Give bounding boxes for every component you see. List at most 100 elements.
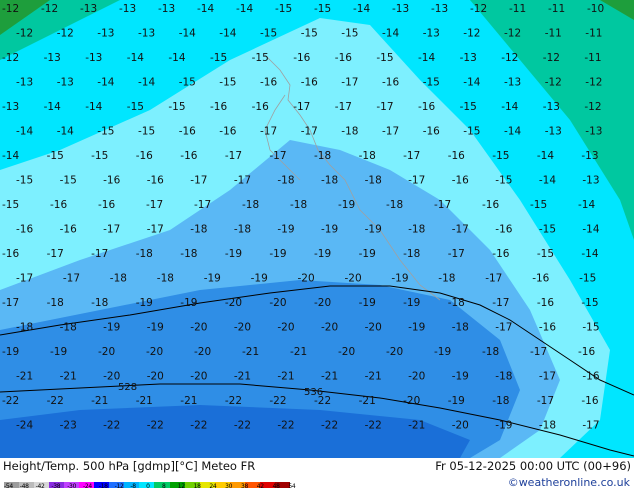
temperature-label: -19 xyxy=(269,248,286,260)
temperature-label: -20 xyxy=(190,371,207,383)
temperature-label: -14 xyxy=(127,52,144,64)
temperature-label: -22 xyxy=(103,420,120,432)
weather-map: 528 536 -12 -12 -13 -13 -13 -14 -14 -15 -15 -14 -1… xyxy=(0,0,634,458)
legend-tick: 0 xyxy=(146,483,150,490)
temperature-label: -22 xyxy=(47,395,64,407)
temperature-label: -12 xyxy=(501,52,518,64)
temperature-label: -16 xyxy=(136,150,153,162)
temperature-label: -18 xyxy=(136,248,153,260)
temperature-label: -17 xyxy=(376,101,393,113)
valid-time: Fr 05-12-2025 00:00 UTC (00+96) xyxy=(435,459,631,473)
legend-tick: 18 xyxy=(193,483,201,490)
temperature-label: -15 xyxy=(138,126,155,138)
temperature-label: -16 xyxy=(301,77,318,89)
temperature-label: -13 xyxy=(581,150,598,162)
temperature-label: -14 xyxy=(97,77,114,89)
temperature-label: -19 xyxy=(403,297,420,309)
legend-tick: -42 xyxy=(35,483,45,490)
temperature-label: -14 xyxy=(582,224,599,236)
temperature-label: -18 xyxy=(452,322,469,334)
temperature-label: -12 xyxy=(585,77,602,89)
temperature-label: -14 xyxy=(219,28,236,40)
temperature-label: -19 xyxy=(277,224,294,236)
legend-tick: -18 xyxy=(98,483,108,490)
temperature-label: -19 xyxy=(359,297,376,309)
temperature-label: -16 xyxy=(210,101,227,113)
temperature-label: -18 xyxy=(180,248,197,260)
temperature-label: -14 xyxy=(2,150,19,162)
temperature-label: -17 xyxy=(194,199,211,211)
temperature-label: -16 xyxy=(252,101,269,113)
temperature-label: -16 xyxy=(60,224,77,236)
temperature-label: -11 xyxy=(585,28,602,40)
temperature-label: -18 xyxy=(157,273,174,285)
temperature-label: -19 xyxy=(495,420,512,432)
temperature-label: -12 xyxy=(545,77,562,89)
temperature-label: -17 xyxy=(47,248,64,260)
temperature-label: -15 xyxy=(60,175,77,187)
temperature-label: -14 xyxy=(44,101,61,113)
temperature-label: -14 xyxy=(418,52,435,64)
temperature-label: -21 xyxy=(136,395,153,407)
temperature-label: -14 xyxy=(236,3,253,15)
temperature-label: -17 xyxy=(91,248,108,260)
temperature-label: -22 xyxy=(321,420,338,432)
temperature-label: -23 xyxy=(60,420,77,432)
temperature-label: -15 xyxy=(47,150,64,162)
temperature-label: -16 xyxy=(452,175,469,187)
temperature-label: -18 xyxy=(321,175,338,187)
temperature-label: -19 xyxy=(103,322,120,334)
temperature-label: -20 xyxy=(146,346,163,358)
temperature-label: -17 xyxy=(293,101,310,113)
temperature-label: -12 xyxy=(470,3,487,15)
map-title: Height/Temp. 500 hPa [gdmp][°C] Meteo FR xyxy=(3,459,256,473)
temperature-label: -18 xyxy=(190,224,207,236)
temperature-label: -14 xyxy=(57,126,74,138)
legend-tick: 42 xyxy=(256,483,264,490)
temperature-label: -19 xyxy=(408,322,425,334)
temperature-label: -15 xyxy=(127,101,144,113)
copyright-link[interactable]: ©weatheronline.co.uk xyxy=(508,476,630,489)
temperature-label: -14 xyxy=(504,126,521,138)
contour-label: 528 xyxy=(118,382,137,393)
temperature-label: -18 xyxy=(438,273,455,285)
temperature-label: -17 xyxy=(452,224,469,236)
temperature-label: -20 xyxy=(345,273,362,285)
temperature-label: -20 xyxy=(194,346,211,358)
temperature-label: -16 xyxy=(16,224,33,236)
temperature-label: -20 xyxy=(103,371,120,383)
legend-tick: 54 xyxy=(288,483,296,490)
legend-tick: -24 xyxy=(82,483,92,490)
temperature-label: -12 xyxy=(584,101,601,113)
temperature-label: -13 xyxy=(57,77,74,89)
temperature-label: -18 xyxy=(277,175,294,187)
temperature-label: -19 xyxy=(359,248,376,260)
temperature-label: -15 xyxy=(582,322,599,334)
temperature-label: -12 xyxy=(57,28,74,40)
temperature-label: -21 xyxy=(180,395,197,407)
temperature-label: -22 xyxy=(277,420,294,432)
temperature-label: -13 xyxy=(158,3,175,15)
temperature-label: -15 xyxy=(301,28,318,40)
map-footer: Height/Temp. 500 hPa [gdmp][°C] Meteo FR… xyxy=(0,458,634,490)
temperature-label: -14 xyxy=(138,77,155,89)
temperature-label: -17 xyxy=(190,175,207,187)
temperature-label: -14 xyxy=(353,3,370,15)
temperature-label: -16 xyxy=(482,199,499,211)
temperature-label: -15 xyxy=(252,52,269,64)
temperature-label: -16 xyxy=(260,77,277,89)
temperature-label: -18 xyxy=(495,371,512,383)
temperature-label: -19 xyxy=(338,199,355,211)
temperature-label: -21 xyxy=(365,371,382,383)
temperature-label: -15 xyxy=(275,3,292,15)
temperature-label: -17 xyxy=(234,175,251,187)
temperature-label: -11 xyxy=(584,52,601,64)
temperature-label: -22 xyxy=(269,395,286,407)
temperature-label: -20 xyxy=(452,420,469,432)
temperature-label: -20 xyxy=(225,297,242,309)
temperature-label: -17 xyxy=(485,273,502,285)
temperature-label: -17 xyxy=(63,273,80,285)
temperature-label: -12 xyxy=(2,52,19,64)
legend-tick: -12 xyxy=(114,483,124,490)
temperature-label: -15 xyxy=(539,224,556,236)
